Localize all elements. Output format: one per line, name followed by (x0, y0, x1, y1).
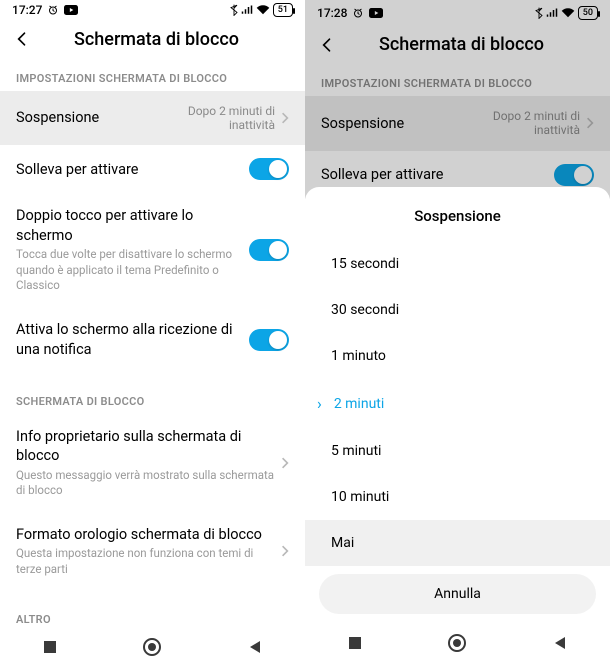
sleep-bottom-sheet: Sospensione 15 secondi 30 secondi 1 minu… (305, 187, 610, 624)
modal-backdrop[interactable] (305, 0, 610, 199)
row-raise-to-wake[interactable]: Solleva per attivare (0, 145, 305, 193)
sleep-option-2m[interactable]: 2 minuti (305, 379, 610, 428)
sleep-option-15s[interactable]: 15 secondi (305, 241, 610, 287)
clock-desc: Questa impostazione non funziona con tem… (16, 546, 281, 577)
bluetooth-icon (230, 4, 238, 16)
owner-desc: Questo messaggio verrà mostrato sulla sc… (16, 468, 281, 499)
sleep-option-1m[interactable]: 1 minuto (305, 333, 610, 379)
header: Schermata di blocco (0, 21, 305, 62)
navbar (0, 632, 305, 662)
sleep-label: Sospensione (16, 108, 188, 128)
raise-toggle[interactable] (249, 158, 289, 180)
wifi-icon (256, 5, 270, 15)
navbar (305, 624, 610, 662)
doubletap-toggle[interactable] (249, 239, 289, 261)
section-header-lockscreen: SCHERMATA DI BLOCCO (0, 385, 305, 414)
youtube-icon (64, 5, 78, 15)
page-title: Schermata di blocco (44, 29, 269, 50)
clock-label: Formato orologio schermata di blocco (16, 525, 281, 545)
chevron-right-icon (281, 456, 289, 470)
back-button[interactable] (12, 29, 32, 49)
chevron-right-icon (281, 544, 289, 558)
sleep-value: Dopo 2 minuti di inattività (188, 104, 275, 133)
sleep-option-10m[interactable]: 10 minuti (305, 474, 610, 520)
owner-label: Info proprietario sulla schermata di blo… (16, 427, 281, 466)
wakenotify-label: Attiva lo schermo alla ricezione di una … (16, 320, 249, 359)
screen-right: 17:28 50 Schermata di blocco IMPOSTAZION… (305, 0, 610, 662)
nav-back-button[interactable] (247, 639, 263, 655)
chevron-right-icon (281, 111, 289, 125)
alarm-icon (47, 4, 59, 16)
raise-label: Solleva per attivare (16, 160, 249, 180)
row-clock-format[interactable]: Formato orologio schermata di blocco Que… (0, 512, 305, 591)
signal-icon (241, 5, 253, 15)
sleep-option-never[interactable]: Mai (305, 520, 610, 566)
nav-recents-button[interactable] (42, 639, 58, 655)
battery-indicator: 51 (273, 3, 293, 17)
section-header-other: ALTRO (0, 603, 305, 632)
nav-back-button[interactable] (552, 635, 568, 651)
screen-left: 17:27 51 Schermata di blocco IMPOSTAZION… (0, 0, 305, 662)
row-sleep[interactable]: Sospensione Dopo 2 minuti di inattività (0, 91, 305, 146)
nav-recents-button[interactable] (347, 635, 363, 651)
doubletap-label: Doppio tocco per attivare lo schermo (16, 206, 249, 245)
sleep-option-30s[interactable]: 30 secondi (305, 287, 610, 333)
nav-home-button[interactable] (142, 637, 162, 657)
statusbar: 17:27 51 (0, 0, 305, 21)
doubletap-desc: Tocca due volte per disattivare lo scher… (16, 247, 249, 294)
section-header-lock-settings: IMPOSTAZIONI SCHERMATA DI BLOCCO (0, 62, 305, 91)
sheet-cancel-button[interactable]: Annulla (319, 574, 596, 614)
sleep-option-5m[interactable]: 5 minuti (305, 428, 610, 474)
status-time: 17:27 (12, 3, 42, 17)
sheet-title: Sospensione (305, 197, 610, 241)
row-double-tap[interactable]: Doppio tocco per attivare lo schermo Toc… (0, 193, 305, 307)
nav-home-button[interactable] (447, 633, 467, 653)
wakenotify-toggle[interactable] (249, 329, 289, 351)
row-wake-notification[interactable]: Attiva lo schermo alla ricezione di una … (0, 307, 305, 372)
row-owner-info[interactable]: Info proprietario sulla schermata di blo… (0, 414, 305, 512)
